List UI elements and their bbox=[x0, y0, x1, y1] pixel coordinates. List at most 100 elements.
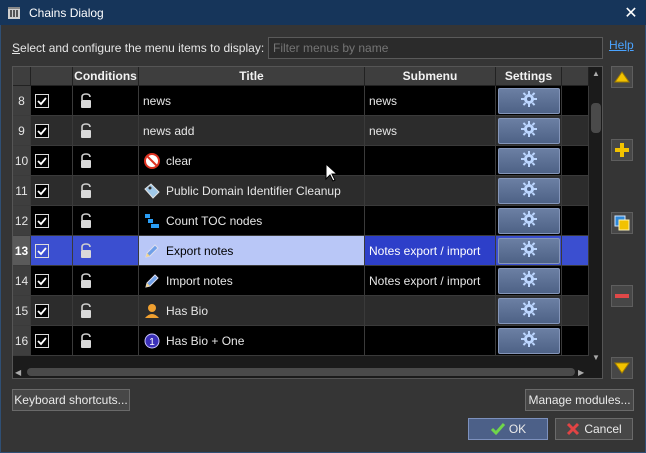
row-submenu-cell[interactable] bbox=[365, 326, 496, 356]
header-conditions[interactable]: Conditions bbox=[73, 67, 139, 86]
cancel-button[interactable]: Cancel bbox=[555, 418, 633, 440]
row-conditions-cell[interactable] bbox=[73, 206, 139, 236]
row-filler bbox=[562, 296, 589, 326]
unlock-icon[interactable] bbox=[79, 272, 93, 289]
settings-button[interactable] bbox=[497, 297, 560, 324]
enabled-checkbox[interactable] bbox=[35, 123, 49, 138]
settings-button[interactable] bbox=[497, 207, 560, 234]
enabled-checkbox[interactable] bbox=[35, 183, 49, 198]
gear-icon bbox=[520, 211, 537, 230]
row-checkbox-cell bbox=[31, 146, 73, 176]
row-filler bbox=[562, 176, 589, 206]
filter-input[interactable] bbox=[268, 37, 603, 59]
row-title-cell[interactable]: Import notes bbox=[139, 266, 365, 296]
unlock-icon[interactable] bbox=[79, 152, 93, 169]
table-row[interactable]: 12 Count TOC nodes bbox=[13, 206, 589, 236]
row-title-cell[interactable]: Count TOC nodes bbox=[139, 206, 365, 236]
unlock-icon[interactable] bbox=[79, 332, 93, 349]
row-number: 12 bbox=[13, 206, 31, 236]
row-submenu-cell[interactable] bbox=[365, 176, 496, 206]
table-row[interactable]: 16 1 Has Bio + One bbox=[13, 326, 589, 356]
scroll-down-arrow-icon[interactable]: ▼ bbox=[592, 353, 600, 362]
row-conditions-cell[interactable] bbox=[73, 86, 139, 116]
move-up-button[interactable] bbox=[611, 66, 633, 88]
row-filler bbox=[562, 266, 589, 296]
table-row[interactable]: 13 Export notes Notes export / import bbox=[13, 236, 589, 266]
scroll-left-arrow-icon[interactable]: ◀ bbox=[15, 368, 21, 377]
unlock-icon[interactable] bbox=[79, 92, 93, 109]
row-submenu-cell[interactable] bbox=[365, 296, 496, 326]
table-row[interactable]: 11 Public Domain Identifier Cleanup bbox=[13, 176, 589, 206]
remove-button[interactable] bbox=[611, 285, 633, 307]
row-title-cell[interactable]: Export notes bbox=[139, 236, 365, 266]
row-conditions-cell[interactable] bbox=[73, 236, 139, 266]
row-title: Count TOC nodes bbox=[166, 213, 263, 228]
row-title-cell[interactable]: news bbox=[139, 86, 365, 116]
row-title-cell[interactable]: Has Bio bbox=[139, 296, 365, 326]
row-submenu-cell[interactable]: Notes export / import bbox=[365, 266, 496, 296]
enabled-checkbox[interactable] bbox=[35, 213, 49, 228]
row-title-cell[interactable]: 1 Has Bio + One bbox=[139, 326, 365, 356]
scroll-up-arrow-icon[interactable]: ▲ bbox=[592, 69, 600, 78]
settings-button[interactable] bbox=[497, 237, 560, 264]
copy-button[interactable] bbox=[611, 212, 633, 234]
row-title-cell[interactable]: news add bbox=[139, 116, 365, 146]
mouse-cursor-icon bbox=[325, 163, 337, 182]
row-submenu-cell[interactable]: Notes export / import bbox=[365, 236, 496, 266]
unlock-icon[interactable] bbox=[79, 212, 93, 229]
enabled-checkbox[interactable] bbox=[35, 93, 49, 108]
checkmark-icon bbox=[490, 423, 505, 436]
unlock-icon[interactable] bbox=[79, 182, 93, 199]
header-submenu[interactable]: Submenu bbox=[365, 67, 496, 86]
header-row-number bbox=[13, 67, 31, 86]
row-settings-cell bbox=[496, 206, 562, 236]
enabled-checkbox[interactable] bbox=[35, 243, 49, 258]
row-submenu-cell[interactable]: news bbox=[365, 116, 496, 146]
row-checkbox-cell bbox=[31, 206, 73, 236]
table-row[interactable]: 8 news news bbox=[13, 86, 589, 116]
close-icon[interactable]: ✕ bbox=[622, 4, 640, 22]
row-conditions-cell[interactable] bbox=[73, 116, 139, 146]
scroll-right-arrow-icon[interactable]: ▶ bbox=[578, 368, 584, 377]
row-submenu-cell[interactable]: news bbox=[365, 86, 496, 116]
manage-modules-button[interactable]: Manage modules... bbox=[525, 389, 634, 411]
help-link[interactable]: Help bbox=[609, 38, 634, 52]
keyboard-shortcuts-button[interactable]: Keyboard shortcuts... bbox=[12, 389, 130, 411]
unlock-icon[interactable] bbox=[79, 242, 93, 259]
table-row[interactable]: 15 Has Bio bbox=[13, 296, 589, 326]
row-conditions-cell[interactable] bbox=[73, 326, 139, 356]
row-checkbox-cell bbox=[31, 236, 73, 266]
row-conditions-cell[interactable] bbox=[73, 146, 139, 176]
settings-button[interactable] bbox=[497, 117, 560, 144]
vertical-scroll-thumb[interactable] bbox=[591, 103, 601, 133]
row-conditions-cell[interactable] bbox=[73, 296, 139, 326]
menu-items-table: Conditions Title Submenu Settings 8 news n… bbox=[12, 66, 603, 379]
header-settings[interactable]: Settings bbox=[496, 67, 562, 86]
row-submenu-cell[interactable] bbox=[365, 146, 496, 176]
ok-button[interactable]: OK bbox=[468, 418, 548, 440]
row-conditions-cell[interactable] bbox=[73, 266, 139, 296]
move-down-button[interactable] bbox=[611, 357, 633, 379]
settings-button[interactable] bbox=[497, 267, 560, 294]
header-title[interactable]: Title bbox=[139, 67, 365, 86]
add-button[interactable] bbox=[611, 139, 633, 161]
settings-button[interactable] bbox=[497, 327, 560, 354]
horizontal-scroll-thumb[interactable] bbox=[27, 368, 575, 376]
unlock-icon[interactable] bbox=[79, 122, 93, 139]
settings-button[interactable] bbox=[497, 87, 560, 114]
table-row[interactable]: 10 clear bbox=[13, 146, 589, 176]
enabled-checkbox[interactable] bbox=[35, 333, 49, 348]
row-submenu-cell[interactable] bbox=[365, 206, 496, 236]
table-row[interactable]: 14 Import notes Notes export / import bbox=[13, 266, 589, 296]
row-conditions-cell[interactable] bbox=[73, 176, 139, 206]
unlock-icon[interactable] bbox=[79, 302, 93, 319]
enabled-checkbox[interactable] bbox=[35, 273, 49, 288]
enabled-checkbox[interactable] bbox=[35, 153, 49, 168]
settings-button[interactable] bbox=[497, 147, 560, 174]
horizontal-scrollbar[interactable]: ◀ ▶ bbox=[13, 365, 589, 378]
settings-button[interactable] bbox=[497, 177, 560, 204]
vertical-scrollbar[interactable]: ▲ ▼ bbox=[589, 67, 602, 365]
row-title: Has Bio + One bbox=[166, 333, 245, 348]
table-row[interactable]: 9 news add news bbox=[13, 116, 589, 146]
enabled-checkbox[interactable] bbox=[35, 303, 49, 318]
